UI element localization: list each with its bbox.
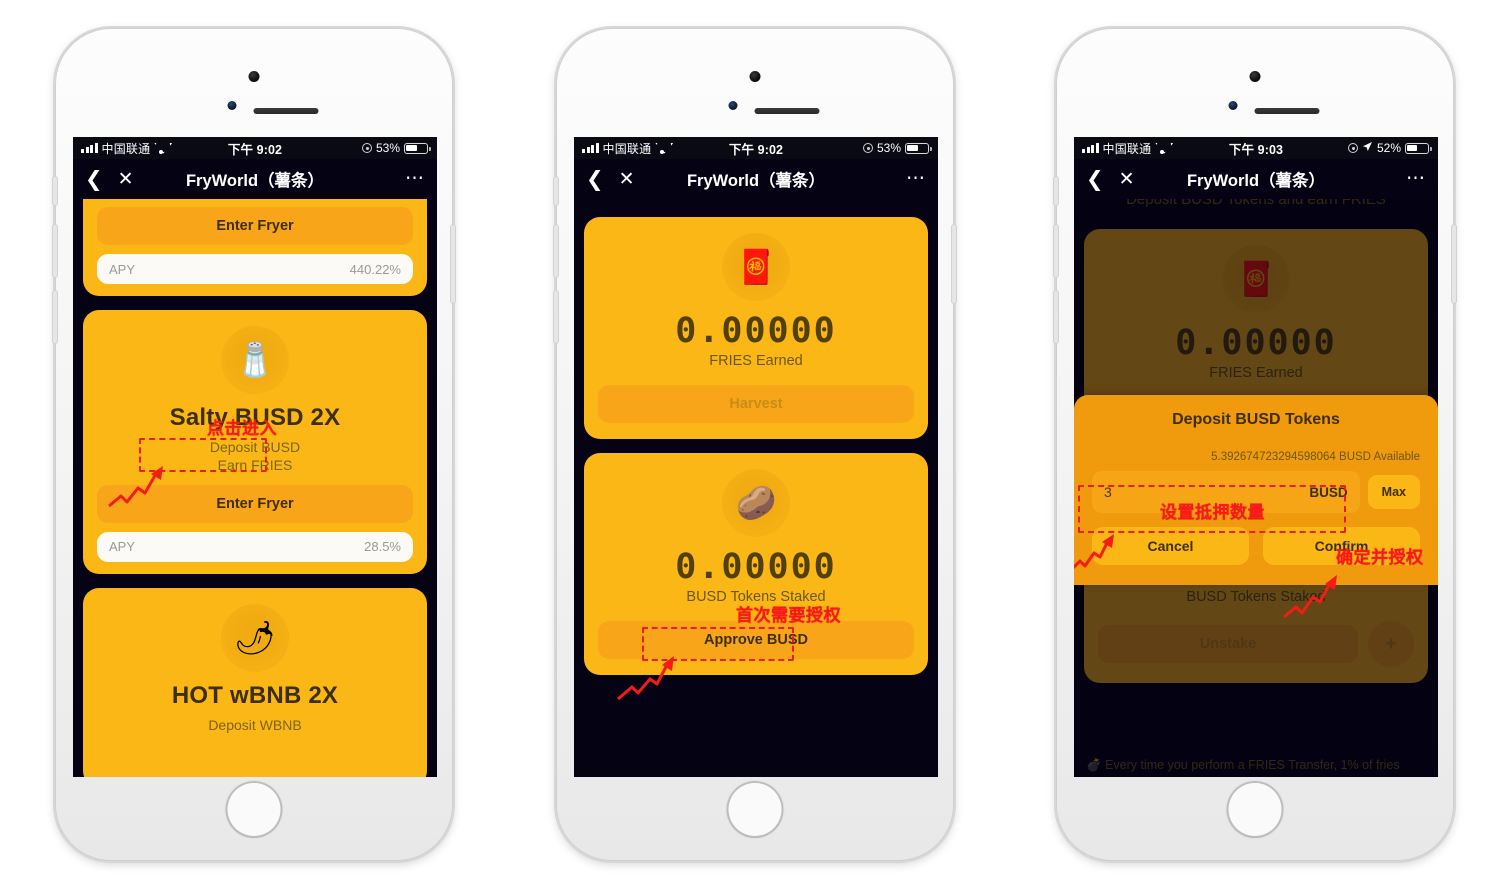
close-x-icon[interactable]: ✕ — [619, 170, 635, 189]
nav-bar: ❮ ✕ FryWorld（薯条） ⋯ — [574, 159, 938, 199]
pool-title: Salty BUSD 2X — [169, 404, 341, 431]
close-x-icon[interactable]: ✕ — [118, 170, 134, 189]
phone-2-screen: 中国联通 下午 9:02 53% ❮ ✕ FryWorld（薯条） ⋯ 🧧 0.… — [574, 137, 938, 777]
front-camera-icon — [248, 71, 260, 82]
enter-fryer-button[interactable]: Enter Fryer — [97, 484, 413, 523]
fries-earned-label: FRIES Earned — [709, 353, 803, 369]
mute-switch[interactable] — [554, 177, 558, 205]
battery-icon — [905, 142, 932, 154]
modal-title: Deposit BUSD Tokens — [1172, 411, 1340, 428]
max-button[interactable]: Max — [1367, 475, 1420, 509]
amount-input[interactable]: 3 BUSD — [1092, 471, 1360, 513]
volume-up-button[interactable] — [554, 225, 558, 277]
pool-subtitle-deposit: Deposit BUSD — [209, 439, 301, 455]
nav-bar: ❮ ✕ FryWorld（薯条） ⋯ — [73, 159, 437, 199]
phone-2-device: 中国联通 下午 9:02 53% ❮ ✕ FryWorld（薯条） ⋯ 🧧 0.… — [554, 28, 956, 861]
nav-bar: ❮ ✕ FryWorld（薯条） ⋯ — [1074, 159, 1438, 199]
back-chevron-icon[interactable]: ❮ — [1086, 169, 1104, 190]
apy-value: 28.5% — [364, 539, 401, 555]
home-button[interactable] — [1226, 781, 1284, 838]
status-time: 下午 9:02 — [728, 142, 784, 157]
power-button[interactable] — [952, 225, 956, 303]
phone-3-device: 中国联通 下午 9:03 52% ❮ ✕ FryWorld（薯条） ⋯ Depo… — [1054, 28, 1456, 861]
more-dots-icon[interactable]: ⋯ — [405, 169, 425, 189]
alarm-clock-icon — [862, 143, 873, 153]
phone-2-content[interactable]: 🧧 0.00000 FRIES Earned Harvest 🥔 0.00000… — [574, 199, 938, 777]
pool-card-hot-wbnb: 🌶 HOT wBNB 2X Deposit WBNB — [83, 587, 427, 777]
home-button[interactable] — [726, 781, 784, 838]
fries-earned-value: 0.00000 — [675, 311, 837, 351]
busd-staked-card: 🥔 0.00000 BUSD Tokens Staked Approve BUS… — [584, 453, 928, 701]
power-button[interactable] — [1452, 225, 1456, 303]
modal-actions: Cancel Confirm — [1092, 527, 1420, 565]
pool-title: HOT wBNB 2X — [171, 681, 339, 709]
cancel-button[interactable]: Cancel — [1092, 527, 1249, 565]
back-chevron-icon[interactable]: ❮ — [586, 169, 604, 190]
available-balance-label: 5.392674723294598064 BUSD Available — [1211, 451, 1420, 463]
volume-up-button[interactable] — [53, 225, 57, 277]
earpiece-speaker — [253, 108, 319, 114]
pool-subtitle-earn: Earn FRIES — [217, 456, 293, 473]
apy-label: APY — [109, 261, 136, 277]
pool-subtitle-deposit: Deposit WBNB — [208, 716, 302, 733]
deposit-modal: Deposit BUSD Tokens 5.392674723294598064… — [1074, 395, 1438, 619]
phone-3-screen: 中国联通 下午 9:03 52% ❮ ✕ FryWorld（薯条） ⋯ Depo… — [1074, 137, 1438, 777]
status-time: 下午 9:02 — [227, 142, 283, 157]
phone-1-screen: 中国联通 下午 9:02 53% ❮ ✕ FryWorld（薯条） ⋯ Ente… — [73, 137, 437, 777]
volume-down-button[interactable] — [53, 291, 57, 343]
front-camera-icon — [1249, 71, 1261, 82]
home-button[interactable] — [225, 781, 283, 838]
enter-fryer-button[interactable]: Enter Fryer — [97, 207, 413, 245]
harvest-button[interactable]: Harvest — [598, 385, 914, 423]
fries-earned-card: 🧧 0.00000 FRIES Earned Harvest — [584, 217, 928, 439]
status-bar: 中国联通 下午 9:02 53% — [574, 137, 938, 159]
red-envelope-icon: 🧧 — [722, 233, 790, 301]
phone-1-device: 中国联通 下午 9:02 53% ❮ ✕ FryWorld（薯条） ⋯ Ente… — [53, 28, 455, 861]
proximity-sensor-icon — [1228, 101, 1238, 110]
phone-1-content[interactable]: Enter Fryer APY 440.22% 🧂 Salty BUSD 2X … — [73, 199, 437, 777]
potato-icon: 🥔 — [722, 469, 790, 537]
earpiece-speaker — [754, 108, 820, 114]
more-dots-icon[interactable]: ⋯ — [1406, 169, 1426, 189]
amount-unit-label: BUSD — [1309, 484, 1348, 500]
status-bar: 中国联通 下午 9:03 52% — [1074, 137, 1438, 159]
mute-switch[interactable] — [1054, 177, 1058, 205]
screenshot-stage: 中国联通 下午 9:02 53% ❮ ✕ FryWorld（薯条） ⋯ Ente… — [0, 0, 1500, 889]
salt-shaker-icon: 🧂 — [221, 326, 289, 394]
apy-label: APY — [109, 539, 136, 555]
proximity-sensor-icon — [728, 101, 738, 110]
status-bar: 中国联通 下午 9:02 53% — [73, 137, 437, 159]
front-camera-icon — [749, 71, 761, 82]
apy-row: APY 440.22% — [97, 254, 413, 284]
alarm-clock-icon — [361, 143, 372, 153]
amount-input-row: 3 BUSD Max — [1092, 471, 1420, 513]
battery-icon — [404, 142, 431, 154]
status-time: 下午 9:03 — [1228, 142, 1284, 157]
earpiece-speaker — [1254, 108, 1320, 114]
approve-busd-button[interactable]: Approve BUSD — [598, 621, 914, 659]
volume-up-button[interactable] — [1054, 225, 1058, 277]
chili-pepper-icon: 🌶 — [221, 603, 289, 672]
apy-value: 440.22% — [349, 261, 401, 277]
confirm-button[interactable]: Confirm — [1263, 527, 1420, 565]
volume-down-button[interactable] — [1054, 291, 1058, 343]
pool-card-salty-busd: 🧂 Salty BUSD 2X Deposit BUSD Earn FRIES … — [83, 310, 427, 574]
amount-input-value: 3 — [1104, 484, 1112, 500]
more-dots-icon[interactable]: ⋯ — [906, 169, 926, 189]
phone-3-content[interactable]: Deposit BUSD Tokens and earn FRIES 🧧 0.0… — [1074, 199, 1438, 777]
battery-icon — [1405, 142, 1432, 154]
busd-staked-value: 0.00000 — [675, 547, 837, 587]
busd-staked-label: BUSD Tokens Staked — [686, 589, 826, 605]
mute-switch[interactable] — [53, 177, 57, 205]
back-chevron-icon[interactable]: ❮ — [85, 169, 103, 190]
proximity-sensor-icon — [227, 101, 237, 110]
alarm-clock-icon — [1347, 143, 1358, 153]
apy-row: APY 28.5% — [97, 531, 413, 562]
volume-down-button[interactable] — [554, 291, 558, 343]
close-x-icon[interactable]: ✕ — [1119, 170, 1135, 189]
pool-card-clipped: Enter Fryer APY 440.22% — [83, 199, 427, 296]
power-button[interactable] — [451, 225, 455, 303]
